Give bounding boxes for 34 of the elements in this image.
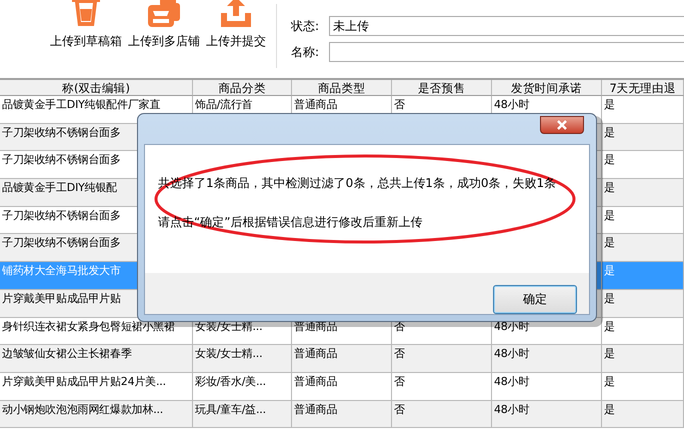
table-cell: 普通商品	[292, 400, 392, 428]
input-field[interactable]: 未上传	[329, 16, 684, 36]
field-label: 名称:	[291, 44, 320, 60]
table-cell: 动小钢炮吹泡泡雨网红爆款加林...	[0, 400, 193, 428]
table-cell: 是	[602, 124, 684, 152]
table-cell: 普通商品	[292, 345, 392, 373]
table-cell: 边皱皱仙女裙公主长裙春季	[0, 345, 193, 373]
column-header[interactable]: 7天无理由退	[602, 80, 684, 96]
close-button[interactable]	[540, 116, 584, 134]
field-label: 状态:	[291, 18, 320, 34]
column-header[interactable]: 发货时间承诺	[492, 80, 602, 96]
upload-icon	[219, 0, 253, 29]
table-cell: 48小时	[492, 345, 602, 373]
toolbar-button[interactable]: 上传到多店铺	[126, 0, 202, 50]
input-field[interactable]	[329, 42, 684, 62]
table-row[interactable]: 动小钢炮吹泡泡雨网红爆款加林... 玩具/童车/益... 普通商品 否 48小时 是	[0, 400, 684, 428]
table-cell: 是	[602, 345, 684, 373]
toolbar-button[interactable]: 上传到草稿箱	[48, 0, 124, 50]
table-cell: 玩具/童车/益...	[193, 400, 292, 428]
table-cell: 否	[392, 345, 492, 373]
ok-button[interactable]: 确定	[493, 285, 577, 314]
toolbar-button[interactable]: 上传并提交	[204, 0, 268, 50]
table-cell: 是	[602, 290, 684, 318]
column-header[interactable]: 称(双击编辑)	[0, 80, 193, 96]
column-header[interactable]: 是否预售	[392, 80, 492, 96]
table-cell: 女装/女士精...	[193, 345, 292, 373]
table-cell: 否	[392, 400, 492, 428]
table-cell: 48小时	[492, 400, 602, 428]
close-icon	[557, 120, 567, 130]
table-row[interactable]: 边皱皱仙女裙公主长裙春季 女装/女士精... 普通商品 否 48小时 是	[0, 345, 684, 373]
column-header[interactable]: 商品类型	[292, 80, 392, 96]
table-cell: 是	[602, 179, 684, 207]
table-cell: 是	[602, 400, 684, 428]
column-header[interactable]: 商品分类	[193, 80, 292, 96]
